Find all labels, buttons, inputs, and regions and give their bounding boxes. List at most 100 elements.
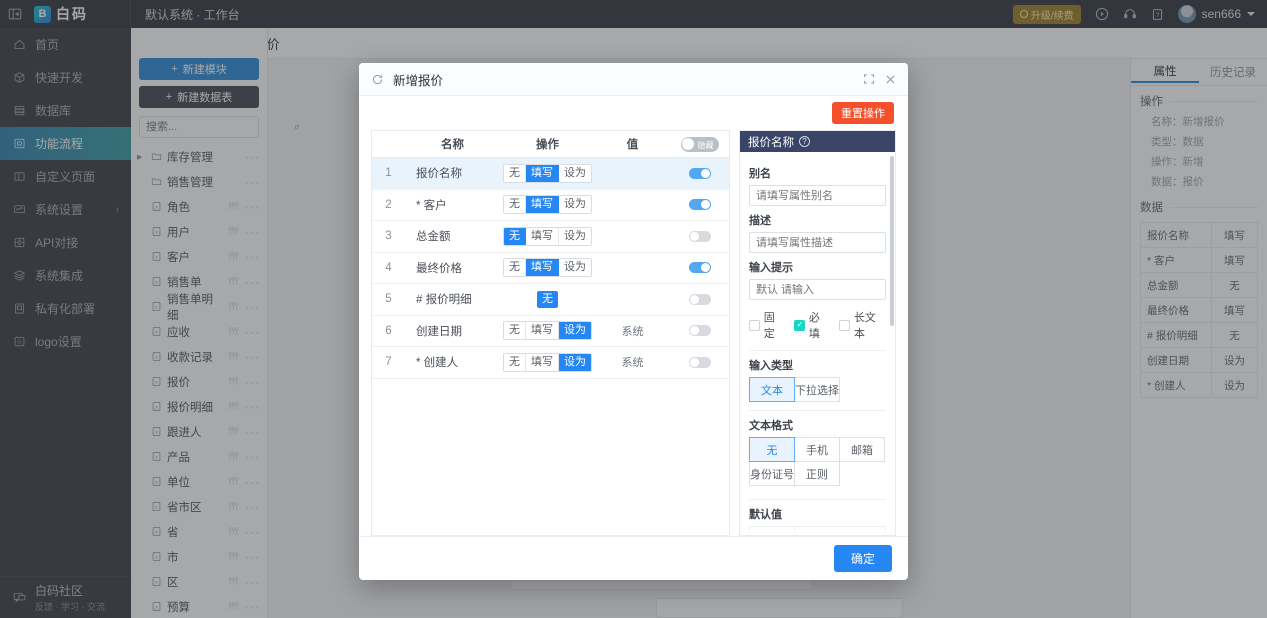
toggle-cell <box>670 167 729 179</box>
field-flag-0[interactable]: 固定 <box>749 309 785 341</box>
new-quote-modal: 新增报价 重置操作 名称 操作 值 隐藏 1 报价名称 无 填写 设为 2 * … <box>359 63 908 580</box>
row-visibility-toggle[interactable] <box>688 167 711 179</box>
divider <box>749 410 886 411</box>
operation-option[interactable]: 设为 <box>559 164 591 182</box>
row-visibility-toggle[interactable] <box>688 325 711 337</box>
operation-segmented[interactable]: 无填写 设为 <box>503 321 592 341</box>
field-config-body: 别名 描述 输入提示 固定 必填 长文本 输入类型 文本下拉选择 <box>740 152 895 535</box>
text-format-option-0[interactable]: 无 <box>749 437 795 462</box>
field-name: # 报价明细 <box>416 294 472 307</box>
operation-option[interactable]: 填写 <box>526 353 559 371</box>
operation-segmented[interactable]: 无填写 设为 <box>503 258 592 278</box>
fullscreen-icon[interactable] <box>863 73 875 85</box>
operation-option[interactable]: 无 <box>537 290 558 308</box>
hint-field[interactable] <box>749 279 886 300</box>
fields-table: 名称 操作 值 隐藏 1 报价名称无填写 设为 2 * 客户无填写 设为 3 总金额无填写 设为… <box>371 130 730 536</box>
operation-option[interactable]: 无 <box>504 353 526 371</box>
operation-option[interactable]: 设为 <box>559 259 591 277</box>
row-visibility-toggle[interactable] <box>688 262 711 274</box>
field-config-header: 报价名称 ? <box>740 131 895 152</box>
row-visibility-toggle[interactable] <box>688 230 711 242</box>
operation-option[interactable]: 填写 <box>526 227 559 245</box>
operation-segmented[interactable]: 无填写 设为 <box>503 226 592 246</box>
operation-cell: 无 <box>500 290 595 308</box>
checkbox-icon[interactable] <box>794 319 805 331</box>
modal-toolbar: 重置操作 <box>359 96 908 130</box>
fields-table-header: 名称 操作 值 隐藏 <box>372 131 729 158</box>
operation-option[interactable]: 无 <box>504 164 526 182</box>
description-label: 描述 <box>749 215 771 227</box>
table-row[interactable]: 5 # 报价明细 无 <box>372 284 729 316</box>
operation-cell: 无填写 设为 <box>500 321 595 341</box>
field-flag-label: 必填 <box>808 312 820 340</box>
toggle-cell <box>670 325 729 337</box>
hint-input[interactable] <box>756 283 879 296</box>
confirm-button[interactable]: 确定 <box>833 545 892 572</box>
column-value: 值 <box>626 139 639 151</box>
row-visibility-toggle[interactable] <box>688 199 711 211</box>
operation-segmented[interactable]: 无 <box>537 290 558 308</box>
operation-cell: 无填写 设为 <box>500 195 595 215</box>
operation-segmented[interactable]: 无填写 设为 <box>503 195 592 215</box>
operation-option[interactable]: 设为 <box>559 227 591 245</box>
operation-cell: 无填写 设为 <box>500 352 595 372</box>
text-format-option-3[interactable]: 身份证号 <box>749 461 795 486</box>
operation-option[interactable]: 填写 <box>526 196 559 214</box>
row-visibility-toggle[interactable] <box>688 293 711 305</box>
operation-option[interactable]: 填写 <box>526 322 559 340</box>
divider <box>749 499 886 500</box>
text-format-option-2[interactable]: 邮箱 <box>839 437 885 462</box>
field-value: 系统 <box>621 357 644 370</box>
config-scrollbar[interactable] <box>890 156 894 326</box>
field-name: * 客户 <box>416 199 447 212</box>
close-icon[interactable] <box>884 73 897 86</box>
alias-input[interactable] <box>756 189 879 202</box>
operation-option[interactable]: 无 <box>504 259 526 277</box>
hide-all-toggle[interactable]: 隐藏 <box>680 136 719 152</box>
app-root: B 白码 默认系统 · 工作台 升级/续费 ? sen666 首页 快速开发 数… <box>0 0 1267 618</box>
row-visibility-toggle[interactable] <box>688 356 711 368</box>
refresh-icon[interactable] <box>370 72 384 86</box>
field-flag-1[interactable]: 必填 <box>794 309 830 341</box>
modal-body: 名称 操作 值 隐藏 1 报价名称无填写 设为 2 * 客户无填写 设为 3 总金额无填写 设为… <box>359 130 908 536</box>
operation-option[interactable]: 无 <box>504 322 526 340</box>
alias-field[interactable] <box>749 185 886 206</box>
table-row[interactable]: 4 最终价格 无填写 设为 <box>372 253 729 284</box>
help-icon[interactable]: ? <box>799 136 810 147</box>
table-row[interactable]: 6 创建日期 无填写 设为 系统 <box>372 316 729 347</box>
operation-option[interactable]: 设为 <box>559 353 591 371</box>
input-type-option-0[interactable]: 文本 <box>749 377 795 402</box>
text-format-option-4[interactable]: 正则 <box>794 461 840 486</box>
text-format-option-1[interactable]: 手机 <box>794 437 840 462</box>
table-row[interactable]: 1 报价名称 无填写 设为 <box>372 158 729 190</box>
operation-cell: 无填写 设为 <box>500 258 595 278</box>
field-config-panel: 报价名称 ? 别名 描述 输入提示 固定 必填 长文本 <box>739 130 896 536</box>
input-type-options: 文本 下拉选择 <box>749 377 886 402</box>
operation-option[interactable]: 填写 <box>526 164 559 182</box>
table-row[interactable]: 2 * 客户 无填写 设为 <box>372 190 729 221</box>
field-flag-2[interactable]: 长文本 <box>839 309 886 341</box>
column-operation: 操作 <box>536 139 559 151</box>
operation-segmented[interactable]: 无填写 设为 <box>503 163 592 183</box>
operation-option[interactable]: 设为 <box>559 322 591 340</box>
operation-option[interactable]: 设为 <box>559 196 591 214</box>
description-input[interactable] <box>756 236 879 249</box>
hide-all-label: 隐藏 <box>697 140 714 150</box>
checkbox-icon[interactable] <box>749 319 760 331</box>
field-name: 最终价格 <box>416 262 462 275</box>
field-config-title: 报价名称 <box>748 136 794 149</box>
operation-option[interactable]: 无 <box>504 196 526 214</box>
toggle-cell <box>670 356 729 368</box>
checkbox-icon[interactable] <box>839 319 850 331</box>
description-field[interactable] <box>749 232 886 253</box>
column-name: 名称 <box>441 139 464 151</box>
table-row[interactable]: 3 总金额 无填写 设为 <box>372 221 729 253</box>
input-type-option-1[interactable]: 下拉选择 <box>794 377 840 402</box>
operation-option[interactable]: 无 <box>504 227 526 245</box>
operation-option[interactable]: 填写 <box>526 259 559 277</box>
field-flag-label: 固定 <box>763 312 775 340</box>
table-row[interactable]: 7 * 创建人 无填写 设为 系统 <box>372 347 729 379</box>
operation-segmented[interactable]: 无填写 设为 <box>503 352 592 372</box>
reset-operation-button[interactable]: 重置操作 <box>832 102 894 124</box>
text-format-label: 文本格式 <box>749 420 793 432</box>
